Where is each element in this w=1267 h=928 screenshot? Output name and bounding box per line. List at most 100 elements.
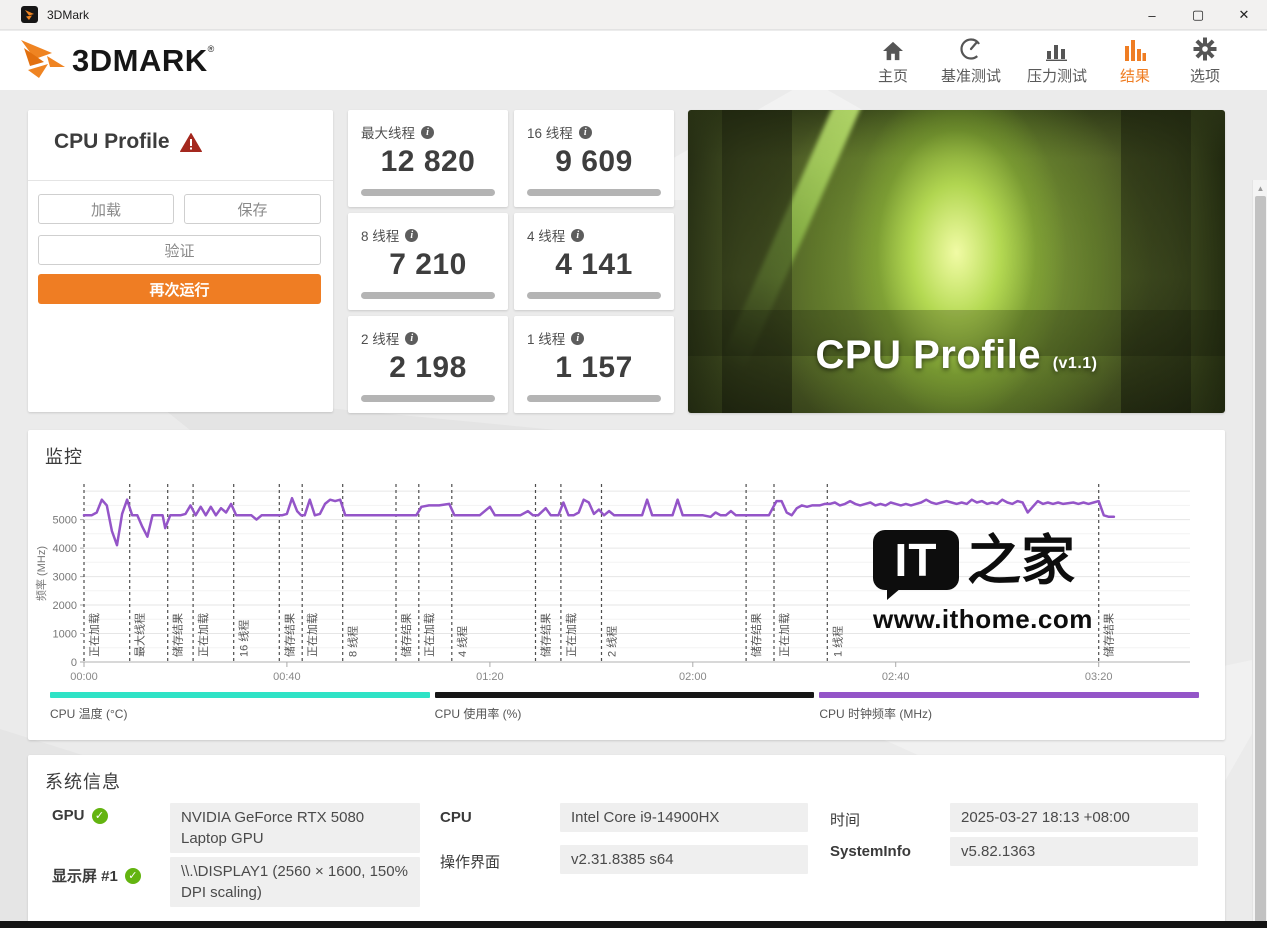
save-button[interactable]: 保存 xyxy=(184,194,321,224)
svg-text:正在加载: 正在加载 xyxy=(306,613,319,657)
legend-swatch-teal xyxy=(50,692,430,698)
vertical-scrollbar[interactable]: ▲ ▼ xyxy=(1252,180,1267,928)
ithome-url: www.ithome.com xyxy=(873,604,1093,634)
monitor-card: 监控 0 1000 2000 3000 4000 5000 频率 (MHz) 00:00 00:… xyxy=(28,430,1225,740)
check-icon: ✓ xyxy=(124,867,141,884)
nav-home[interactable]: 主页 xyxy=(871,35,915,86)
svg-text:正在加载: 正在加载 xyxy=(565,613,578,657)
system-info-card: 系统信息 GPU ✓ NVIDIA GeForce RTX 5080 Lapto… xyxy=(28,755,1225,928)
svg-text:00:00: 00:00 xyxy=(70,671,98,683)
score-value: 2 198 xyxy=(389,351,467,384)
score-card-max-threads: 最大线程 i 12 820 xyxy=(348,110,508,207)
3dmark-logo: 3DMARK ® xyxy=(20,39,214,83)
svg-text:正在加载: 正在加载 xyxy=(197,613,210,657)
validate-button[interactable]: 验证 xyxy=(38,235,321,265)
app-icon xyxy=(21,6,38,23)
score-bar xyxy=(361,189,495,196)
divider xyxy=(28,180,333,181)
score-label: 4 线程 xyxy=(527,229,566,244)
main-nav: 主页 基准测试 压力测试 结果 选项 xyxy=(871,35,1227,86)
svg-text:16 线程: 16 线程 xyxy=(237,620,251,657)
home-icon xyxy=(882,35,904,61)
svg-text:02:00: 02:00 xyxy=(679,671,707,683)
nav-results[interactable]: 结果 xyxy=(1113,35,1157,86)
info-icon[interactable]: i xyxy=(421,125,434,139)
svg-text:0: 0 xyxy=(71,657,77,669)
nav-stress-test[interactable]: 压力测试 xyxy=(1027,35,1087,86)
score-value: 12 820 xyxy=(380,145,476,178)
score-card-2-threads: 2 线程 i 2 198 xyxy=(348,316,508,413)
stress-test-bars-icon xyxy=(1045,35,1068,61)
score-bar xyxy=(361,292,495,299)
ithome-watermark: IT 之家 www.ithome.com xyxy=(873,530,1103,635)
monitor-title: 监控 xyxy=(45,447,83,467)
score-bar xyxy=(527,395,661,402)
svg-text:储存结果: 储存结果 xyxy=(171,613,185,657)
svg-text:2000: 2000 xyxy=(53,600,77,612)
app-header: 3DMARK ® 主页 基准测试 压力测试 结果 选项 xyxy=(0,31,1267,90)
legend-cpu-usage[interactable]: CPU 使用率 (%) xyxy=(434,692,815,722)
info-icon[interactable]: i xyxy=(571,331,585,345)
svg-text:03:20: 03:20 xyxy=(1085,671,1113,683)
info-icon[interactable]: i xyxy=(405,331,419,345)
display-value: \\.\DISPLAY1 (2560 × 1600, 150% DPI scal… xyxy=(170,857,420,907)
scroll-up-arrow[interactable]: ▲ xyxy=(1253,181,1267,195)
score-value: 7 210 xyxy=(389,248,467,281)
scrollbar-thumb[interactable] xyxy=(1255,196,1266,928)
legend-cpu-temperature[interactable]: CPU 温度 (°C) xyxy=(50,692,430,722)
legend-cpu-clock[interactable]: CPU 时钟频率 (MHz) xyxy=(819,692,1200,722)
scene-title: CPU Profile (v1.1) xyxy=(688,333,1225,378)
info-icon[interactable]: i xyxy=(405,228,419,242)
close-button[interactable]: ✕ xyxy=(1221,0,1267,30)
benchmark-gauge-icon xyxy=(959,35,983,61)
score-card-8-threads: 8 线程 i 7 210 xyxy=(348,213,508,310)
svg-text:00:40: 00:40 xyxy=(273,671,301,683)
window-titlebar: 3DMark – ▢ ✕ xyxy=(0,0,1267,30)
score-label: 2 线程 xyxy=(361,332,400,347)
svg-text:4 线程: 4 线程 xyxy=(455,626,469,657)
svg-text:1000: 1000 xyxy=(53,629,77,641)
score-label: 8 线程 xyxy=(361,229,400,244)
score-label: 最大线程 xyxy=(361,126,415,141)
logo-registered-mark: ® xyxy=(207,44,215,54)
score-label: 1 线程 xyxy=(527,332,566,347)
score-card-16-threads: 16 线程 i 9 609 xyxy=(514,110,674,207)
chart-legend: CPU 温度 (°C) CPU 使用率 (%) CPU 时钟频率 (MHz) xyxy=(50,692,1200,722)
check-icon: ✓ xyxy=(91,807,108,824)
3dmark-arrow-icon xyxy=(21,40,65,78)
load-button[interactable]: 加载 xyxy=(38,194,174,224)
options-gear-icon xyxy=(1193,35,1217,61)
cpu-label: CPU xyxy=(440,809,472,826)
result-title: CPU Profile xyxy=(54,130,170,153)
svg-text:正在加载: 正在加载 xyxy=(88,613,101,657)
svg-text:5000: 5000 xyxy=(53,515,77,527)
minimize-button[interactable]: – xyxy=(1129,0,1175,30)
nav-options[interactable]: 选项 xyxy=(1183,35,1227,86)
score-card-4-threads: 4 线程 i 4 141 xyxy=(514,213,674,310)
info-icon[interactable]: i xyxy=(578,125,592,139)
score-card-1-thread: 1 线程 i 1 157 xyxy=(514,316,674,413)
svg-text:最大线程: 最大线程 xyxy=(133,613,147,657)
warning-triangle-icon[interactable] xyxy=(179,132,202,152)
maximize-button[interactable]: ▢ xyxy=(1175,0,1221,30)
time-label: 时间 xyxy=(830,812,861,829)
nav-benchmark[interactable]: 基准测试 xyxy=(941,35,1001,86)
score-bar xyxy=(361,395,495,402)
ui-version-value: v2.31.8385 s64 xyxy=(560,845,808,874)
window-title: 3DMark xyxy=(47,7,90,22)
ithome-logo-icon: IT xyxy=(873,530,959,600)
display-label: 显示屏 #1 ✓ xyxy=(52,865,141,886)
svg-text:01:20: 01:20 xyxy=(476,671,504,683)
svg-text:正在加载: 正在加载 xyxy=(778,613,791,657)
svg-text:储存结果: 储存结果 xyxy=(749,613,763,657)
content-area: CPU Profile 加载 保存 验证 再次运行 最大线程 i 12 820 1… xyxy=(0,90,1267,928)
scene-title-text: CPU Profile xyxy=(815,333,1042,377)
svg-text:储存结果: 储存结果 xyxy=(282,613,296,657)
run-again-button[interactable]: 再次运行 xyxy=(38,274,321,304)
results-bars-icon xyxy=(1124,35,1146,61)
window-bottom-edge xyxy=(0,921,1267,928)
legend-swatch-black xyxy=(434,692,815,698)
logo-text: 3DMARK xyxy=(72,43,208,78)
info-icon[interactable]: i xyxy=(571,228,585,242)
score-value: 9 609 xyxy=(555,145,633,178)
